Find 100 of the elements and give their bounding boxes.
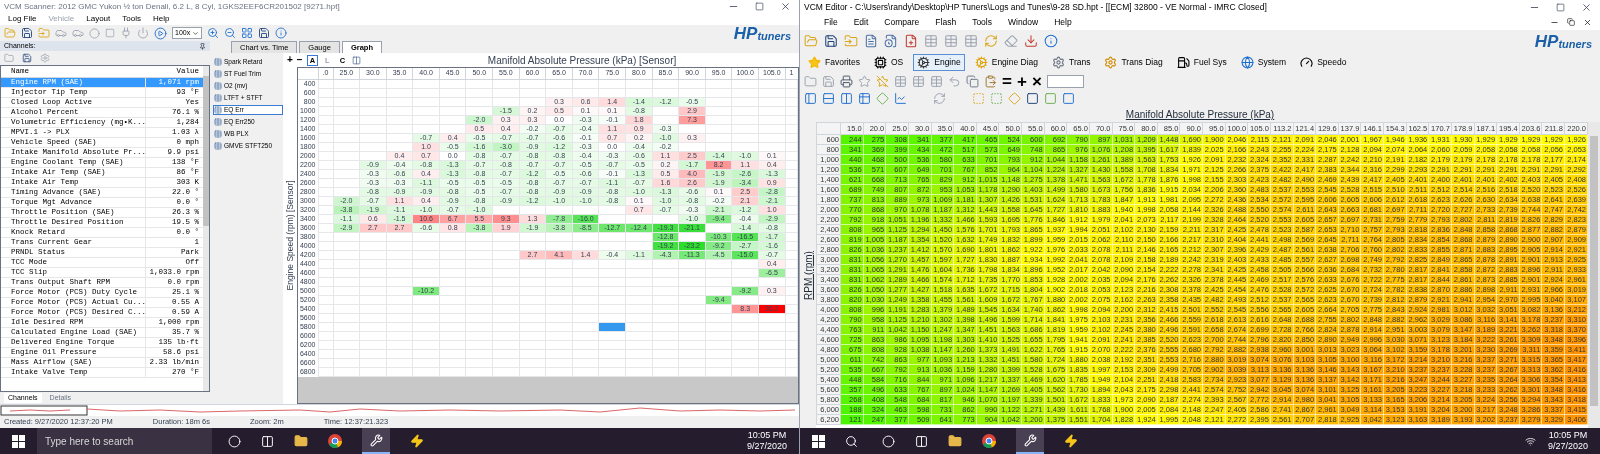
close-icon[interactable] [1581,1,1592,13]
task-view-icon[interactable] [915,434,928,448]
car-icon[interactable] [72,27,84,39]
scrollbar[interactable] [203,66,209,391]
operator-button[interactable]: = [1002,72,1012,90]
paste-icon[interactable] [984,74,997,88]
layout-icon[interactable] [822,92,835,105]
zoom-in-icon[interactable] [207,27,219,39]
restore-icon[interactable] [1567,17,1575,26]
operator-button[interactable]: × [1031,72,1042,90]
save-icon[interactable] [258,27,270,39]
printer-icon[interactable] [840,74,853,88]
value-field[interactable] [1046,74,1084,88]
windows-icon[interactable] [812,434,825,448]
diamond-icon[interactable] [1008,92,1021,105]
maximize-icon[interactable] [1556,2,1565,12]
info-icon[interactable] [275,27,287,39]
table-icon[interactable] [858,92,871,105]
search-icon[interactable] [845,434,858,448]
operator-button[interactable]: + [1016,72,1027,90]
file-icon[interactable] [864,34,878,48]
menu-item[interactable]: Help [153,13,170,25]
layout-icon[interactable] [840,92,853,105]
timeline-sparkline[interactable] [0,405,796,416]
folder-icon[interactable] [294,434,308,448]
eraser-icon[interactable] [1004,34,1018,48]
maximize-icon[interactable] [755,2,764,11]
search-field[interactable]: Type here to search [37,428,212,454]
category-tab[interactable]: Fuel Sys [1172,53,1231,71]
star-icon[interactable] [858,74,871,88]
category-tab[interactable]: Trans [1048,53,1095,71]
play-icon[interactable] [154,26,167,40]
file-icon[interactable] [904,34,918,48]
axis-label: Engine Speed (rpm) [Sensor] [283,180,296,291]
menu-item[interactable]: Compare [884,15,920,29]
plug-icon[interactable] [120,27,132,39]
undo-icon[interactable] [948,74,961,88]
menu-item[interactable]: Flash [935,15,957,29]
network-icon[interactable] [1524,435,1536,447]
copy-icon[interactable] [966,74,979,88]
car-icon[interactable] [55,27,67,39]
menu-item[interactable]: Window [1007,15,1039,29]
category-tab[interactable]: Engine [913,53,965,71]
windows-icon[interactable] [12,434,25,448]
chrome-icon[interactable] [328,434,342,448]
menu-item[interactable]: Tools [972,15,992,29]
close-icon[interactable] [1583,17,1592,27]
taskbar-button[interactable] [362,428,390,454]
graph-tool-button[interactable]: − [296,55,303,65]
close-icon[interactable] [780,1,791,12]
lightning-icon[interactable] [410,434,424,448]
lightning-icon[interactable] [1064,434,1078,448]
diamond-icon[interactable] [876,92,889,105]
menu-item[interactable]: Help [1054,15,1072,29]
save-icon[interactable] [21,27,33,39]
menu-item[interactable]: Tools [122,13,141,25]
file-clock-icon[interactable] [884,34,898,48]
menu-item[interactable]: Log File [8,13,37,25]
table-icon[interactable] [944,34,958,48]
taskbar-button[interactable] [1016,428,1044,454]
circle-icon[interactable] [228,434,241,448]
layout-icon[interactable] [241,27,253,39]
table-icon[interactable] [894,74,907,88]
category-tab[interactable]: Trans Diag [1100,53,1167,71]
info-icon[interactable] [1044,34,1058,48]
clock-time: 10:05 PM [1548,430,1588,441]
chrome-icon[interactable] [982,434,996,448]
chart-icon[interactable] [894,92,907,105]
layout-icon[interactable] [804,92,817,105]
menu-item[interactable]: Edit [853,15,869,29]
save-icon[interactable] [22,53,32,63]
menu-item[interactable]: Layout [86,13,111,25]
folder-icon[interactable] [948,434,962,448]
star-icon[interactable] [876,74,889,88]
refresh-icon[interactable] [984,34,998,48]
download-icon[interactable] [1024,34,1038,48]
save-icon[interactable] [824,34,838,48]
category-tab[interactable]: Speedo [1296,53,1351,71]
table-icon[interactable] [924,34,938,48]
task-view-icon[interactable] [261,434,274,448]
globe-icon [1240,55,1254,69]
graph-tool-button[interactable]: + [287,55,293,65]
scrollbar[interactable] [1588,122,1600,428]
window-title: VCM Editor - C:\Users\randy\Desktop\HP Tuners\Logs and Tunes\9-28 SD.hpt - [[ECM] 32800 - VE Normal - IMRC Closed] [803,0,1268,14]
category-tab[interactable]: System [1236,53,1291,71]
table-icon[interactable] [912,74,925,88]
pin-icon[interactable] [199,42,206,50]
table-icon [214,142,222,150]
square-icon[interactable] [1026,92,1039,105]
zoom-out-icon[interactable] [224,27,236,39]
menu-item[interactable]: File [824,15,838,29]
table-icon[interactable] [930,74,943,88]
arrows-icon[interactable] [933,92,946,105]
table-title: Manifold Absolute Pressure (kPa) [1125,108,1275,122]
category-tab[interactable]: OS [869,53,908,71]
category-tab[interactable]: Favorites [804,53,864,71]
square-icon[interactable] [1062,92,1075,105]
table-icon[interactable] [964,34,978,48]
circle-icon[interactable] [882,434,895,448]
category-tab[interactable]: Engine Diag [970,53,1043,71]
